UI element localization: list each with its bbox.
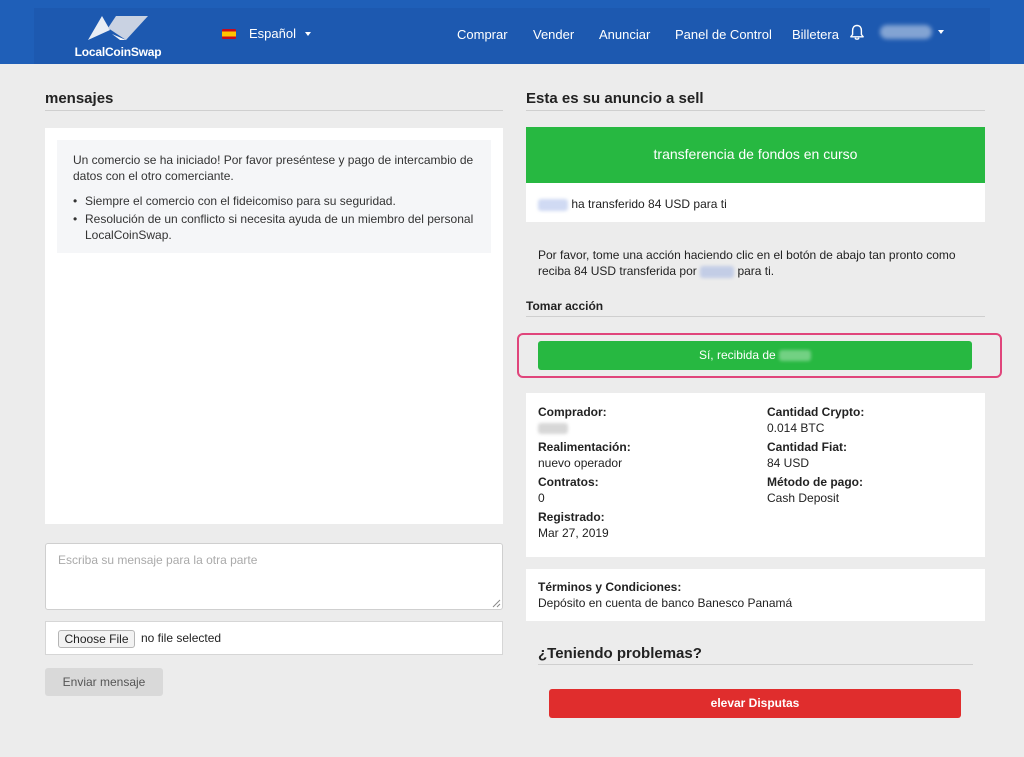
buyer-label: Comprador: (538, 405, 607, 419)
contracts-label: Contratos: (538, 475, 599, 489)
transfer-text: ha transferido 84 USD para ti (571, 197, 727, 211)
top-navbar: LocalCoinSwap Español Comprar Vender Anu… (0, 0, 1024, 64)
messages-divider (45, 110, 503, 111)
buyer-field: Comprador: (538, 404, 607, 436)
payment-method-field: Método de pago: Cash Deposit (767, 474, 863, 506)
feedback-label: Realimentación: (538, 440, 631, 454)
choose-file-button[interactable]: Choose File (58, 630, 135, 648)
notice-intro: Un comercio se ha iniciado! Por favor pr… (73, 153, 474, 183)
nav-comprar[interactable]: Comprar (457, 27, 508, 42)
bell-icon[interactable] (849, 24, 865, 46)
registered-value: Mar 27, 2019 (538, 526, 609, 540)
terms-value: Depósito en cuenta de banco Banesco Pana… (538, 596, 793, 610)
redacted-username (779, 350, 812, 362)
feedback-field: Realimentación: nuevo operador (538, 439, 631, 471)
message-input[interactable] (45, 543, 503, 610)
payment-method-value: Cash Deposit (767, 491, 840, 505)
trade-started-notice: Un comercio se ha iniciado! Por favor pr… (57, 140, 491, 253)
notice-bullets: Siempre el comercio con el fideicomiso p… (73, 193, 475, 243)
trade-title: Esta es su anuncio a sell (526, 90, 704, 107)
raise-dispute-button[interactable]: elevar Disputas (549, 689, 961, 718)
trade-divider (526, 110, 985, 111)
language-selector[interactable]: Español (222, 26, 311, 41)
action-instructions: Por favor, tome una acción haciendo clic… (538, 247, 978, 279)
nav-panel-de-control[interactable]: Panel de Control (675, 27, 772, 42)
registered-field: Registrado: Mar 27, 2019 (538, 509, 609, 541)
instruction-text-end: para ti. (737, 264, 775, 278)
navbar-inner (34, 8, 990, 64)
notice-bullet: Resolución de un conflicto si necesita a… (73, 211, 475, 243)
crypto-amount-label: Cantidad Crypto: (767, 405, 865, 419)
confirm-received-button[interactable]: Sí, recibida de (538, 341, 972, 370)
fiat-amount-value: 84 USD (767, 456, 810, 470)
contracts-field: Contratos: 0 (538, 474, 599, 506)
problems-heading: ¿Teniendo problemas? (538, 645, 702, 662)
transfer-status-banner: transferencia de fondos en curso (526, 127, 985, 183)
logo-icon (88, 16, 148, 40)
nav-vender[interactable]: Vender (533, 27, 574, 42)
resize-handle-icon[interactable] (492, 599, 501, 608)
feedback-value: nuevo operador (538, 456, 623, 470)
send-message-button[interactable]: Enviar mensaje (45, 668, 163, 696)
take-action-heading: Tomar acción (526, 299, 604, 313)
confirm-label: Sí, recibida de (698, 348, 776, 362)
file-upload-field: Choose File no file selected (45, 621, 503, 655)
fiat-amount-label: Cantidad Fiat: (767, 440, 847, 454)
user-menu-redacted[interactable] (880, 25, 932, 39)
redacted-username (538, 198, 568, 211)
nav-billetera[interactable]: Billetera (792, 27, 839, 42)
file-status: no file selected (141, 631, 222, 645)
contracts-value: 0 (538, 491, 545, 505)
language-label: Español (249, 26, 296, 41)
terms-panel: Términos y Condiciones: Depósito en cuen… (526, 569, 985, 621)
messages-panel: Un comercio se ha iniciado! Por favor pr… (45, 128, 503, 524)
problems-divider (538, 664, 973, 665)
payment-method-label: Método de pago: (767, 475, 863, 489)
terms-label: Términos y Condiciones: (538, 580, 682, 594)
nav-anunciar[interactable]: Anunciar (599, 27, 650, 42)
transfer-notice: ha transferido 84 USD para ti (526, 183, 985, 222)
notice-bullet: Siempre el comercio con el fideicomiso p… (73, 193, 475, 209)
take-action-divider (526, 316, 985, 317)
crypto-amount-field: Cantidad Crypto: 0.014 BTC (767, 404, 864, 436)
trade-details-panel: Comprador: Realimentación: nuevo operado… (526, 393, 985, 557)
fiat-amount-field: Cantidad Fiat: 84 USD (767, 439, 847, 471)
chevron-down-icon (304, 31, 311, 36)
redacted-username (700, 265, 735, 278)
spain-flag-icon (222, 28, 236, 39)
user-chevron-down-icon[interactable] (938, 30, 944, 34)
registered-label: Registrado: (538, 510, 605, 524)
messages-title: mensajes (45, 90, 114, 107)
crypto-amount-value: 0.014 BTC (767, 421, 825, 435)
brand-logo[interactable]: LocalCoinSwap (72, 14, 164, 60)
redacted-buyer-name[interactable] (538, 423, 568, 435)
brand-name: LocalCoinSwap (74, 45, 162, 59)
